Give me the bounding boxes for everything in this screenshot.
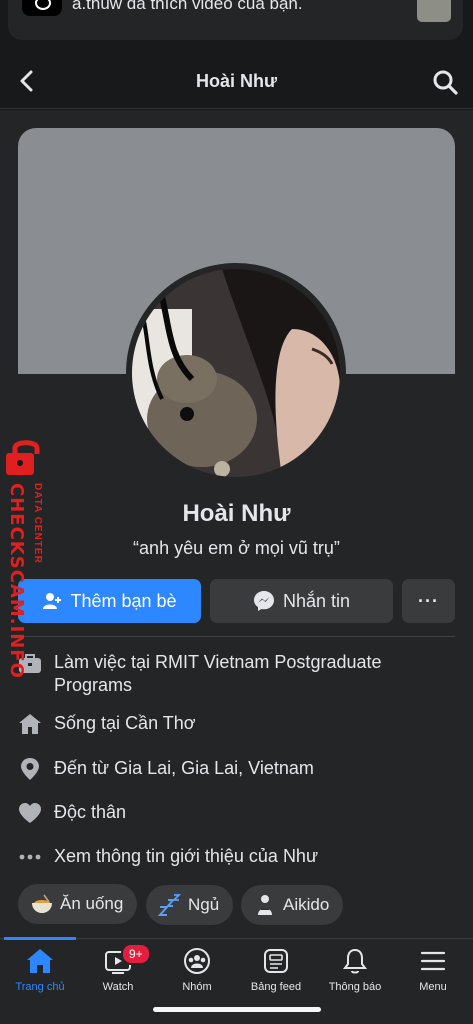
tab-label: Menu: [419, 981, 447, 993]
watermark-subtext: DATA CENTER: [32, 483, 43, 564]
tab-watch[interactable]: 9+ Watch: [78, 943, 158, 993]
more-icon: ···: [418, 590, 439, 611]
avatar-photo: [132, 269, 340, 477]
tab-label: Thông báo: [328, 981, 382, 993]
hobby-chip-aikido[interactable]: Aikido: [241, 885, 344, 925]
work-info-row: Làm việc tại RMIT Vietnam Postgraduate P…: [18, 651, 458, 697]
notification-banner[interactable]: a.thuw đã thích video của bạn.: [8, 0, 463, 40]
profile-avatar[interactable]: [126, 263, 346, 483]
home-indicator: [153, 1007, 321, 1012]
relationship-status: Độc thân: [54, 802, 127, 822]
lives-prefix: Sống tại: [54, 713, 126, 733]
hamburger-icon: [420, 951, 446, 971]
tab-notifications[interactable]: Thông báo: [315, 947, 395, 993]
more-options-button[interactable]: ···: [402, 579, 455, 623]
from-prefix: Đến từ: [54, 758, 115, 778]
page-title: Hoài Như: [195, 71, 278, 91]
tiktok-icon: [22, 0, 62, 16]
tab-label: Trang chủ: [15, 981, 65, 993]
hobby-chip-sleep[interactable]: Ngủ: [146, 885, 234, 925]
tab-label: Watch: [102, 981, 134, 993]
tab-label: Bảng feed: [250, 981, 302, 993]
header-divider: [0, 108, 473, 109]
profile-card: Hoài Như “anh yêu em ở mọi vũ trụ” Thêm …: [0, 110, 473, 940]
see-more-info-row[interactable]: Xem thông tin giới thiệu của Như: [18, 845, 458, 869]
message-label: Nhắn tin: [282, 590, 351, 611]
sleep-icon: [158, 894, 182, 916]
lives-info-row: Sống tại Cần Thơ: [18, 712, 458, 736]
hobby-label: Ngủ: [188, 895, 220, 914]
profile-header: Hoài Như: [0, 50, 473, 110]
tab-feeds[interactable]: Bảng feed: [236, 947, 316, 993]
notification-thumbnail: [417, 0, 451, 22]
location-pin-icon: [18, 757, 42, 781]
bowl-icon: [32, 894, 52, 913]
lock-icon: [6, 440, 40, 475]
ellipsis-icon: [18, 845, 42, 869]
hobby-label: Ăn uống: [60, 894, 124, 913]
groups-icon: [184, 948, 210, 974]
home-icon: [18, 712, 42, 736]
bell-icon: [343, 948, 367, 974]
relationship-info-row: Độc thân: [18, 801, 458, 825]
message-button[interactable]: Nhắn tin: [210, 579, 393, 623]
tab-label: Nhóm: [182, 981, 212, 993]
from-place-link[interactable]: Gia Lai, Gia Lai, Vietnam: [114, 758, 314, 778]
hobby-chip-eating[interactable]: Ăn uống: [18, 884, 138, 924]
heart-icon: [18, 801, 42, 825]
profile-name: Hoài Như: [182, 500, 291, 527]
watermark-text: CHECKSCAM.INFO: [6, 483, 27, 679]
tab-home[interactable]: Trang chủ: [0, 947, 80, 993]
work-prefix: Làm việc tại: [54, 652, 156, 672]
see-more-about-link[interactable]: Xem thông tin giới thiệu của Như: [54, 845, 318, 868]
lives-place-link[interactable]: Cần Thơ: [125, 713, 196, 733]
watch-badge: 9+: [121, 943, 151, 965]
feed-icon: [264, 949, 288, 973]
search-icon: [433, 70, 458, 95]
home-icon: [27, 949, 53, 973]
hobby-label: Aikido: [283, 895, 330, 914]
martial-arts-icon: [258, 895, 272, 915]
search-button[interactable]: [431, 68, 459, 96]
notification-text: a.thuw đã thích video của bạn.: [72, 0, 303, 13]
watermark: CHECKSCAM.INFO DATA CENTER: [2, 438, 54, 679]
from-info-row: Đến từ Gia Lai, Gia Lai, Vietnam: [18, 757, 458, 781]
add-friend-label: Thêm bạn bè: [70, 590, 177, 611]
messenger-icon: [253, 591, 274, 611]
tab-menu[interactable]: Menu: [393, 947, 473, 993]
card-divider: [18, 636, 455, 637]
tab-groups[interactable]: Nhóm: [157, 947, 237, 993]
active-tab-indicator: [4, 937, 76, 940]
profile-bio: “anh yêu em ở mọi vũ trụ”: [133, 538, 340, 558]
